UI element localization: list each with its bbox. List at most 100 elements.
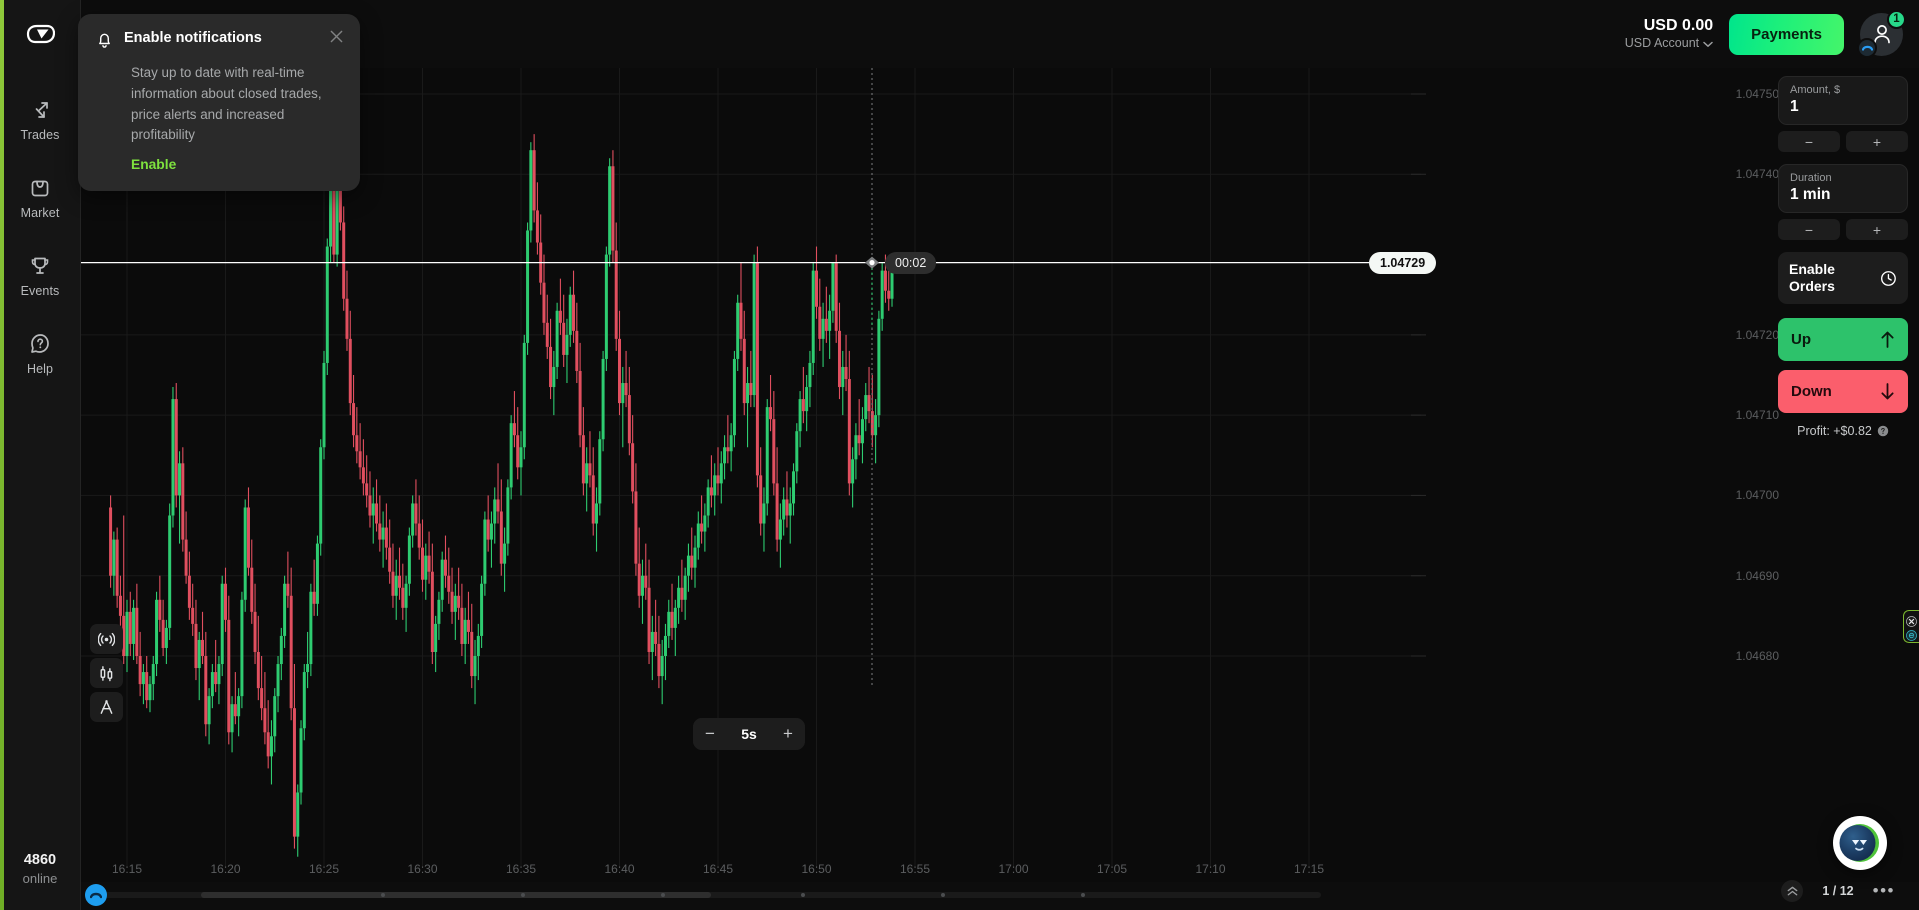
- amount-decrease-button[interactable]: −: [1778, 131, 1840, 152]
- chart-scrollbar-track[interactable]: [91, 892, 1321, 898]
- close-icon[interactable]: [329, 29, 344, 49]
- events-trophy-icon: [28, 254, 52, 278]
- account-balance-selector[interactable]: USD 0.00 USD Account: [1625, 16, 1713, 52]
- indicators-compass-icon[interactable]: [90, 692, 123, 722]
- enable-orders-label: Enable Orders: [1789, 261, 1835, 295]
- olymp-trade-logo-icon: [26, 24, 56, 44]
- clock-icon: [1881, 270, 1896, 286]
- price-axis-tick: 1.04710: [1735, 408, 1779, 423]
- time-axis: 16:15 16:20 16:25 16:30 16:35 16:40 16:45 16:50…: [81, 862, 1919, 882]
- broadcast-live-icon[interactable]: [90, 624, 123, 654]
- chart-scrollbar-thumb[interactable]: [201, 892, 711, 898]
- duration-field[interactable]: Duration 1 min: [1778, 164, 1908, 213]
- amount-field[interactable]: Amount, $ 1: [1778, 76, 1908, 125]
- candlestick-chart-icon[interactable]: [90, 658, 123, 688]
- scroll-handle-icon[interactable]: [85, 884, 107, 906]
- enable-notifications-link[interactable]: Enable: [131, 157, 176, 172]
- current-price-label: 1.04729: [1369, 251, 1437, 274]
- arrow-up-icon: [1881, 331, 1894, 349]
- timeframe-value[interactable]: 5s: [727, 718, 771, 750]
- chart-bottom-bar: 1 / 12 •••: [81, 880, 1919, 910]
- countdown-timer-label: 00:02: [885, 251, 937, 274]
- chevron-down-icon: [1703, 41, 1713, 47]
- duration-increase-button[interactable]: +: [1846, 219, 1908, 240]
- duration-decrease-button[interactable]: −: [1778, 219, 1840, 240]
- extension-e-icon[interactable]: [1906, 628, 1917, 641]
- close-circle-icon[interactable]: [1906, 614, 1917, 627]
- price-axis-tick: 1.04690: [1735, 568, 1779, 583]
- time-axis-tick: 16:40: [604, 862, 635, 876]
- chat-support-button[interactable]: [1833, 816, 1887, 870]
- scroll-tick: [521, 893, 525, 897]
- notification-body: Stay up to date with real-time informati…: [131, 65, 322, 143]
- scroll-tick: [1081, 893, 1085, 897]
- sidebar-item-events[interactable]: Events: [0, 243, 81, 307]
- down-trade-button[interactable]: Down: [1778, 370, 1908, 414]
- profit-label: Profit: +$0.82: [1797, 424, 1872, 439]
- scroll-tick: [801, 893, 805, 897]
- online-label: online: [22, 871, 58, 887]
- amount-value: 1: [1790, 98, 1799, 115]
- arrow-down-icon: [1881, 383, 1894, 400]
- trading-platform-app: Trades Market Events Help 4860 online US…: [0, 0, 1919, 910]
- user-avatar[interactable]: 1: [1857, 9, 1906, 58]
- timeframe-increase-button[interactable]: +: [771, 718, 805, 750]
- brand-accent-strip: [0, 0, 4, 910]
- online-users-indicator: 4860 online: [23, 851, 58, 888]
- enable-orders-button[interactable]: Enable Orders: [1778, 252, 1908, 305]
- info-circle-icon[interactable]: [1877, 425, 1889, 437]
- time-axis-tick: 16:15: [111, 862, 143, 876]
- time-axis-tick: 17:15: [1293, 862, 1325, 876]
- timeframe-decrease-button[interactable]: −: [693, 718, 727, 750]
- scroll-tick: [661, 893, 665, 897]
- sidebar-item-help-label: Help: [26, 362, 54, 376]
- price-axis-tick: 1.04750: [1735, 87, 1779, 101]
- duration-stepper: − +: [1778, 219, 1908, 240]
- avatar-notification-badge: 1: [1887, 9, 1906, 29]
- sidebar-item-market-label: Market: [20, 206, 60, 220]
- timeframe-control: − 5s +: [693, 718, 805, 750]
- online-count: 4860: [23, 851, 57, 868]
- price-axis-tick: 1.04680: [1735, 649, 1779, 663]
- price-chart[interactable]: 1.04729 00:02 − 5s + 16:15 16:20 16:25 1…: [81, 68, 1919, 910]
- price-axis-tick: 1.04740: [1735, 167, 1779, 182]
- chat-avatar-icon: [1839, 824, 1879, 862]
- time-axis-tick: 16:45: [702, 862, 734, 876]
- up-trade-button[interactable]: Up: [1778, 318, 1908, 362]
- scroll-tick: [941, 893, 945, 897]
- sidebar-item-trades-label: Trades: [20, 128, 60, 142]
- amount-stepper: − +: [1778, 131, 1908, 152]
- amount-label: Amount, $: [1790, 84, 1841, 96]
- sidebar-item-trades[interactable]: Trades: [0, 87, 81, 151]
- notification-card: Enable notifications Stay up to date wit…: [78, 14, 360, 192]
- sidebar-item-events-label: Events: [20, 284, 60, 298]
- time-axis-tick: 16:35: [505, 862, 537, 876]
- profit-display: Profit: +$0.82: [1778, 424, 1908, 438]
- candlestick-chart-canvas: [81, 68, 1426, 868]
- time-axis-tick: 16:20: [210, 862, 241, 876]
- balance-amount: USD 0.00: [1643, 17, 1714, 35]
- time-axis-tick: 16:50: [801, 862, 832, 876]
- account-type-label: USD Account: [1624, 36, 1700, 51]
- app-logo[interactable]: [25, 24, 56, 49]
- help-question-icon: [28, 332, 52, 356]
- account-type: USD Account: [1625, 36, 1713, 52]
- time-axis-tick: 17:00: [998, 862, 1029, 876]
- scroll-tick: [381, 893, 385, 897]
- payments-button[interactable]: Payments: [1729, 13, 1844, 55]
- duration-value: 1 min: [1790, 186, 1831, 203]
- time-axis-tick: 16:25: [308, 862, 340, 876]
- sidebar-item-market[interactable]: Market: [0, 165, 81, 229]
- trades-arrows-icon: [28, 98, 52, 122]
- notification-header: Enable notifications: [96, 30, 344, 54]
- avatar-status-icon: [1857, 37, 1877, 58]
- market-bag-icon: [28, 176, 52, 200]
- up-label: Up: [1791, 331, 1811, 349]
- sidebar-item-help[interactable]: Help: [0, 321, 81, 385]
- sidebar: Trades Market Events Help 4860 online: [0, 0, 81, 910]
- down-label: Down: [1791, 383, 1832, 401]
- chart-tools: [90, 624, 123, 722]
- amount-increase-button[interactable]: +: [1846, 131, 1908, 152]
- time-axis-tick: 16:55: [899, 862, 931, 876]
- price-axis-tick: 1.04720: [1735, 327, 1779, 342]
